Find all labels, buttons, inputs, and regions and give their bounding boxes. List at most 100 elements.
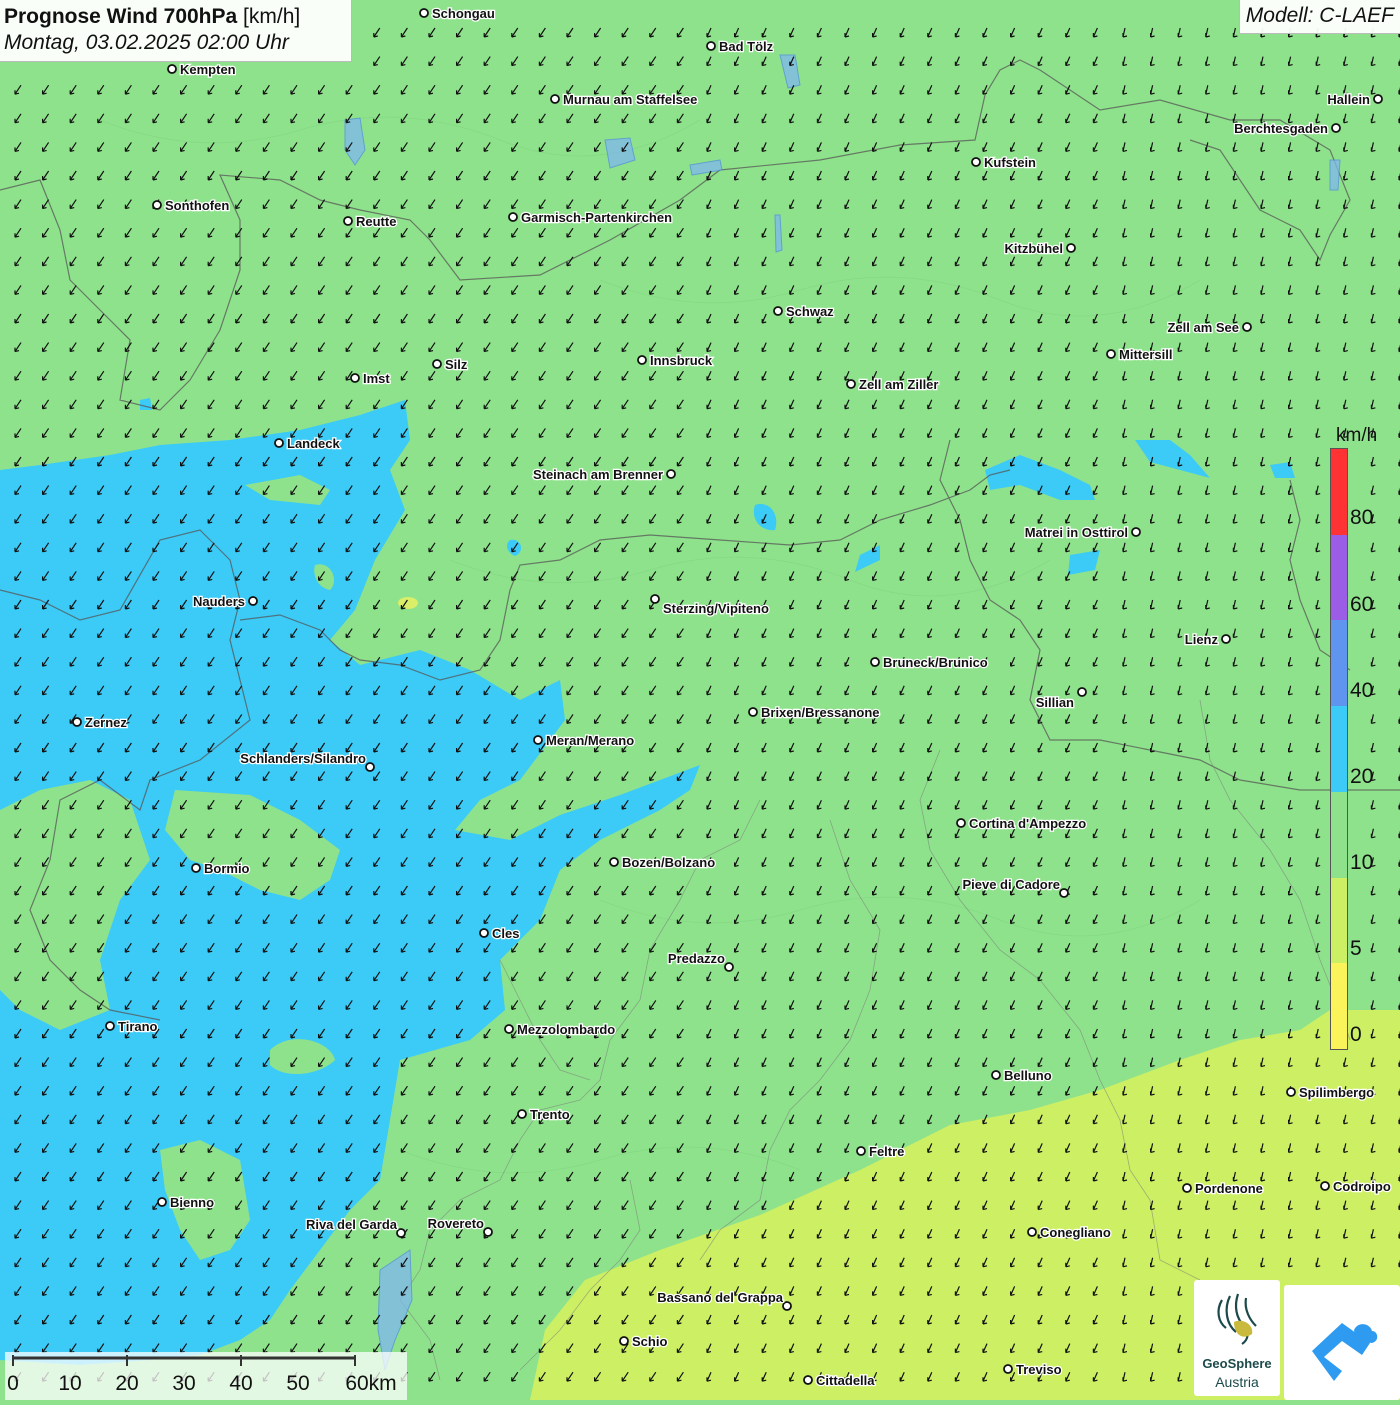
geosphere-logo[interactable]: GeoSphere Austria xyxy=(1194,1280,1280,1396)
city-label: Bormio xyxy=(204,861,250,876)
city-dot xyxy=(72,717,82,727)
city-marker[interactable]: Schongau xyxy=(419,5,496,22)
city-marker[interactable]: Steinach am Brenner xyxy=(532,466,676,483)
legend-label: 5 xyxy=(1350,937,1362,960)
model-label: Modell: C-LAEF xyxy=(1238,0,1400,34)
city-dot xyxy=(803,1375,813,1385)
forecast-datetime: Montag, 03.02.2025 02:00 Uhr xyxy=(4,31,289,54)
city-marker[interactable]: Bruneck/Brunico xyxy=(870,654,989,671)
city-label: Meran/Merano xyxy=(546,733,634,748)
city-dot xyxy=(350,373,360,383)
city-dot xyxy=(870,657,880,667)
city-label: Imst xyxy=(363,371,390,386)
legend-unit: km/h xyxy=(1336,425,1378,446)
city-label: Schwaz xyxy=(786,304,834,319)
city-dot xyxy=(724,962,734,972)
city-marker[interactable]: Garmisch-Partenkirchen xyxy=(508,209,673,226)
city-dot xyxy=(1003,1364,1013,1374)
city-dot xyxy=(1331,123,1341,133)
city-marker[interactable]: Berchtesgaden xyxy=(1233,120,1341,137)
city-dot xyxy=(991,1070,1001,1080)
legend-label: 0 xyxy=(1350,1023,1362,1046)
city-dot xyxy=(782,1301,792,1311)
weather-app-logo[interactable] xyxy=(1284,1285,1400,1400)
color-legend xyxy=(1330,448,1348,1050)
city-label: Mezzolombardo xyxy=(517,1022,615,1037)
city-label: Silz xyxy=(445,357,468,372)
city-dot xyxy=(666,469,676,479)
city-marker[interactable]: Meran/Merano xyxy=(533,732,635,749)
city-label: Bienno xyxy=(170,1195,214,1210)
city-marker[interactable]: Innsbruck xyxy=(637,352,714,369)
city-label: Kitzbühel xyxy=(1005,241,1064,256)
city-dot xyxy=(1221,634,1231,644)
city-label: Trento xyxy=(530,1107,570,1122)
city-label: Zernez xyxy=(85,715,127,730)
city-label: Pordenone xyxy=(1195,1181,1263,1196)
city-marker[interactable]: Matrei in Osttirol xyxy=(1023,524,1141,541)
city-dot xyxy=(956,818,966,828)
city-label: Tirano xyxy=(118,1019,158,1034)
city-label: Rovereto xyxy=(428,1216,484,1231)
city-dot xyxy=(748,707,758,717)
city-label: Sillian xyxy=(1036,695,1074,710)
city-label: Bruneck/Brunico xyxy=(883,655,988,670)
city-marker[interactable]: Pordenone xyxy=(1182,1180,1264,1197)
city-label: Murnau am Staffelsee xyxy=(563,92,697,107)
city-dot xyxy=(706,41,716,51)
city-dot xyxy=(432,359,442,369)
city-label: Cittadella xyxy=(816,1373,875,1388)
scale-bar-label: 60km xyxy=(345,1372,397,1395)
city-label: Bassano del Grappa xyxy=(657,1290,783,1305)
city-marker[interactable]: Sonthofen xyxy=(152,197,231,214)
city-marker[interactable]: Conegliano xyxy=(1027,1224,1112,1241)
city-dot xyxy=(971,157,981,167)
weather-app-icon xyxy=(1312,1323,1378,1381)
city-dot xyxy=(274,438,284,448)
city-label: Hallein xyxy=(1327,92,1370,107)
city-label: Cortina d'Ampezzo xyxy=(969,816,1086,831)
legend-color-swatch xyxy=(1331,963,1347,1049)
city-marker[interactable]: Brixen/Bressanone xyxy=(748,704,881,721)
city-dot xyxy=(483,1227,493,1237)
city-label: Sonthofen xyxy=(165,198,229,213)
city-label: Conegliano xyxy=(1040,1225,1111,1240)
scale-bar-label: 20 xyxy=(115,1372,139,1395)
city-label: Brixen/Bressanone xyxy=(761,705,880,720)
city-dot xyxy=(479,928,489,938)
legend-color-swatch xyxy=(1331,877,1347,964)
city-marker[interactable]: Zell am See xyxy=(1166,319,1252,336)
map-title-main: Prognose Wind 700hPa xyxy=(4,5,238,28)
city-dot xyxy=(533,735,543,745)
legend-label: 40 xyxy=(1350,679,1374,702)
city-label: Feltre xyxy=(869,1144,904,1159)
city-dot xyxy=(167,64,177,74)
legend-color-swatch xyxy=(1331,620,1347,707)
city-dot xyxy=(650,594,660,604)
city-marker[interactable]: Bozen/Bolzano xyxy=(609,854,716,871)
city-dot xyxy=(1077,687,1087,697)
city-label: Mittersill xyxy=(1119,347,1172,362)
city-label: Schlanders/Silandro xyxy=(240,751,366,766)
city-marker[interactable]: Murnau am Staffelsee xyxy=(550,91,699,108)
city-dot xyxy=(550,94,560,104)
city-dot xyxy=(1131,527,1141,537)
wind-map[interactable]: Schongau Bad Tölz Kempten Hallein Murnau am … xyxy=(0,0,1400,1400)
legend-label: 80 xyxy=(1350,506,1374,529)
city-label: Belluno xyxy=(1004,1068,1052,1083)
city-label: Codroipo xyxy=(1333,1179,1391,1194)
geosphere-subtitle: Austria xyxy=(1215,1374,1259,1390)
city-marker[interactable]: Zell am Ziller xyxy=(846,376,940,393)
city-marker[interactable]: Mezzolombardo xyxy=(504,1021,617,1038)
city-dot xyxy=(1066,243,1076,253)
city-dot xyxy=(1182,1183,1192,1193)
title-box: Prognose Wind 700hPa [km/h] Montag, 03.0… xyxy=(0,0,352,62)
city-label: Kempten xyxy=(180,62,236,77)
scale-bar: 0 10 20 30 40 50 60km xyxy=(5,1352,407,1400)
city-marker[interactable]: Cortina d'Ampezzo xyxy=(956,815,1088,832)
legend-label: 60 xyxy=(1350,593,1374,616)
scale-bar-label: 40 xyxy=(229,1372,253,1395)
city-dot xyxy=(1242,322,1252,332)
city-dot xyxy=(508,212,518,222)
city-marker[interactable]: Spilimbergo xyxy=(1286,1084,1375,1101)
